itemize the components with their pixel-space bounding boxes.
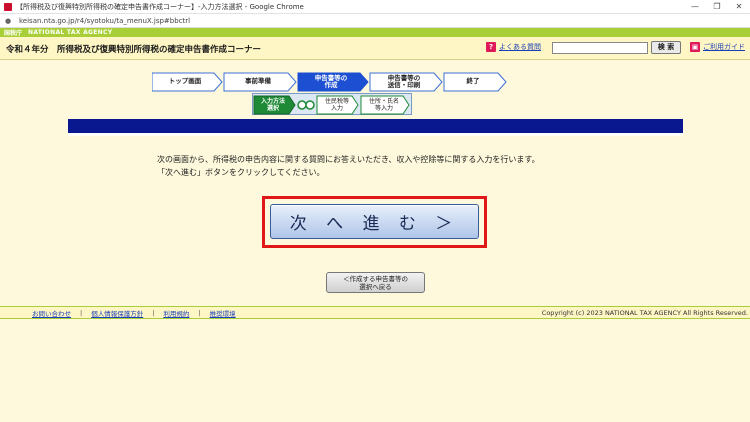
faq-link[interactable]: ? よくある質問 (486, 42, 541, 52)
step-label-2: 事前準備 (245, 77, 271, 86)
guide-link[interactable]: ▣ ご利用ガイド (690, 42, 745, 52)
search-button[interactable]: 検 索 (651, 41, 681, 54)
substep-dot-2 (305, 100, 315, 110)
instruction-line-1: 次の画面から、所得税の申告内容に関する質問にお答えいただき、収入や控除等に関する… (157, 155, 540, 164)
restore-icon[interactable]: ❐ (706, 0, 728, 14)
progress-steps: トップ画面 事前準備 申告書等の 作成 申告書等の 送信・印刷 終了 (152, 72, 512, 92)
copyright-text: Copyright (c) 2023 NATIONAL TAX AGENCY A… (541, 308, 748, 317)
footer-separator: | (152, 308, 155, 317)
footer-separator: | (80, 308, 83, 317)
agency-bar: 国税庁 NATIONAL TAX AGENCY (0, 28, 750, 37)
minimize-icon[interactable]: — (684, 0, 706, 14)
instructions: 次の画面から、所得税の申告内容に関する質問にお答えいただき、収入や控除等に関する… (157, 153, 540, 179)
next-button-label: 次 へ 進 む ＞ (289, 214, 460, 234)
page-footer: お問い合わせ | 個人情報保護方針 | 利用規約 | 推奨環境 Copyrigh… (0, 306, 750, 319)
section-divider (68, 133, 683, 136)
faq-label[interactable]: よくある質問 (499, 42, 541, 52)
substep-label-3: 住所・氏名 等入力 (368, 97, 399, 113)
url-text[interactable]: keisan.nta.go.jp/r4/syotoku/ta_menuX.jsp… (19, 17, 190, 25)
substep-label-1: 入力方法 選択 (260, 97, 285, 113)
section-bar (68, 119, 683, 133)
sub-steps: 入力方法 選択 住民税等 入力 住所・氏名 等入力 (252, 93, 412, 115)
page-header: 令和４年分 所得税及び復興特別所得税の確定申告書作成コーナー ? よくある質問 … (0, 37, 750, 60)
step-label-4: 申告書等の 送信・印刷 (387, 73, 421, 89)
nta-favicon-icon (4, 2, 12, 11)
footer-separator: | (198, 308, 201, 317)
page-title: 令和４年分 所得税及び復興特別所得税の確定申告書作成コーナー (6, 45, 262, 55)
footer-link-terms[interactable]: 利用規約 (163, 308, 189, 318)
back-to-selection-button[interactable]: ＜作成する申告書等の 選択へ戻る (326, 272, 425, 293)
search-input[interactable] (552, 42, 648, 54)
agency-logo-text: 国税庁 (4, 30, 23, 37)
guide-book-icon: ▣ (690, 42, 700, 52)
lock-icon: ● (5, 16, 12, 25)
footer-link-privacy[interactable]: 個人情報保護方針 (91, 308, 143, 318)
substep-dot-1 (297, 100, 307, 110)
window-title: 【所得税及び復興特別所得税の確定申告書作成コーナー】-入力方法選択 - Goog… (16, 2, 304, 11)
step-label-5: 終了 (466, 77, 480, 86)
agency-english-name: NATIONAL TAX AGENCY (28, 29, 113, 36)
question-icon: ? (486, 42, 496, 52)
instruction-line-2: 「次へ進む」ボタンをクリックしてください。 (157, 168, 325, 177)
browser-title-bar: 【所得税及び復興特別所得税の確定申告書作成コーナー】-入力方法選択 - Goog… (0, 0, 750, 14)
next-button[interactable]: 次 へ 進 む ＞ (270, 204, 479, 239)
address-bar[interactable]: ● keisan.nta.go.jp/r4/syotoku/ta_menuX.j… (0, 14, 750, 28)
close-icon[interactable]: ✕ (728, 0, 750, 14)
substep-label-2: 住民税等 入力 (324, 97, 349, 113)
guide-label[interactable]: ご利用ガイド (703, 42, 745, 52)
step-label-3: 申告書等の 作成 (314, 73, 348, 89)
step-label-1: トップ画面 (168, 77, 202, 86)
footer-link-contact[interactable]: お問い合わせ (32, 308, 71, 318)
footer-link-environment[interactable]: 推奨環境 (210, 308, 236, 318)
